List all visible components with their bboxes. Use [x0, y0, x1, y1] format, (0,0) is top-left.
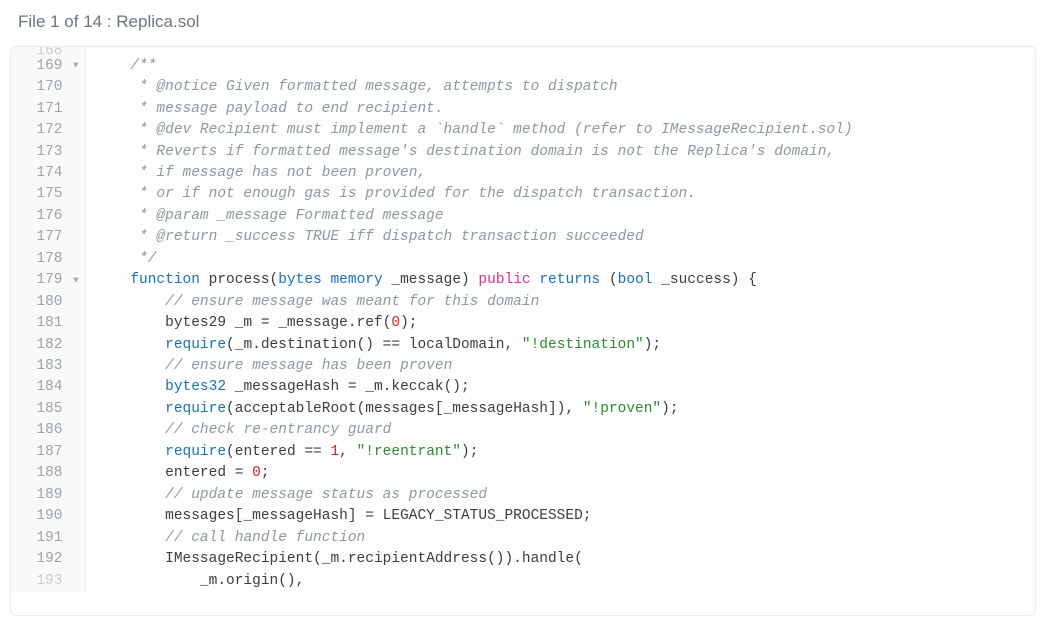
line-number: 169▼	[11, 56, 85, 77]
code-line: 179▼ function process(bytes memory _mess…	[11, 270, 1035, 291]
code-content[interactable]: messages[_messageHash] = LEGACY_STATUS_P…	[85, 506, 1035, 527]
code-line: 171 * message payload to end recipient.	[11, 99, 1035, 120]
code-content[interactable]: * message payload to end recipient.	[85, 99, 1035, 120]
fold-toggle-icon[interactable]: ▼	[73, 60, 78, 73]
line-number: 172	[11, 120, 85, 141]
code-line: 189 // update message status as processe…	[11, 485, 1035, 506]
line-number: 178	[11, 249, 85, 270]
line-number: 170	[11, 77, 85, 98]
code-line: 172 * @dev Recipient must implement a `h…	[11, 120, 1035, 141]
code-content[interactable]: // ensure message has been proven	[85, 356, 1035, 377]
line-number: 184	[11, 377, 85, 398]
code-line: 177 * @return _success TRUE iff dispatch…	[11, 227, 1035, 248]
code-content[interactable]: entered = 0;	[85, 463, 1035, 484]
code-content[interactable]: * @param _message Formatted message	[85, 206, 1035, 227]
code-viewer: 168169▼ /**170 * @notice Given formatted…	[10, 46, 1036, 616]
line-number: 176	[11, 206, 85, 227]
code-line: 182 require(_m.destination() == localDom…	[11, 335, 1035, 356]
code-line: 186 // check re-entrancy guard	[11, 420, 1035, 441]
code-content[interactable]: * @dev Recipient must implement a `handl…	[85, 120, 1035, 141]
code-content[interactable]	[85, 47, 1035, 56]
code-content[interactable]: */	[85, 249, 1035, 270]
code-content[interactable]: /**	[85, 56, 1035, 77]
line-number: 188	[11, 463, 85, 484]
code-content[interactable]: * or if not enough gas is provided for t…	[85, 184, 1035, 205]
code-content[interactable]: _m.origin(),	[85, 571, 1035, 592]
code-line: 180 // ensure message was meant for this…	[11, 292, 1035, 313]
code-line: 181 bytes29 _m = _message.ref(0);	[11, 313, 1035, 334]
code-content[interactable]: require(entered == 1, "!reentrant");	[85, 442, 1035, 463]
line-number: 191	[11, 528, 85, 549]
line-number: 189	[11, 485, 85, 506]
code-content[interactable]: // call handle function	[85, 528, 1035, 549]
code-line: 178 */	[11, 249, 1035, 270]
fold-toggle-icon[interactable]: ▼	[73, 274, 78, 287]
code-content[interactable]: * @return _success TRUE iff dispatch tra…	[85, 227, 1035, 248]
line-number: 185	[11, 399, 85, 420]
file-header: File 1 of 14 : Replica.sol	[0, 0, 1046, 46]
code-content[interactable]: * if message has not been proven,	[85, 163, 1035, 184]
code-content[interactable]: * Reverts if formatted message's destina…	[85, 142, 1035, 163]
line-number: 171	[11, 99, 85, 120]
code-line: 190 messages[_messageHash] = LEGACY_STAT…	[11, 506, 1035, 527]
code-content[interactable]: require(_m.destination() == localDomain,…	[85, 335, 1035, 356]
line-number: 177	[11, 227, 85, 248]
code-content[interactable]: * @notice Given formatted message, attem…	[85, 77, 1035, 98]
code-content[interactable]: function process(bytes memory _message) …	[85, 270, 1035, 291]
line-number: 186	[11, 420, 85, 441]
code-line: 188 entered = 0;	[11, 463, 1035, 484]
code-content[interactable]: // update message status as processed	[85, 485, 1035, 506]
code-line: 187 require(entered == 1, "!reentrant");	[11, 442, 1035, 463]
code-line: 191 // call handle function	[11, 528, 1035, 549]
line-number: 193	[11, 571, 85, 592]
line-number: 181	[11, 313, 85, 334]
code-table: 168169▼ /**170 * @notice Given formatted…	[11, 47, 1035, 592]
line-number: 173	[11, 142, 85, 163]
code-line: 183 // ensure message has been proven	[11, 356, 1035, 377]
line-number: 175	[11, 184, 85, 205]
code-scroll-region[interactable]: 168169▼ /**170 * @notice Given formatted…	[11, 47, 1035, 615]
line-number: 180	[11, 292, 85, 313]
code-line: 192 IMessageRecipient(_m.recipientAddres…	[11, 549, 1035, 570]
code-line: 175 * or if not enough gas is provided f…	[11, 184, 1035, 205]
code-content[interactable]: require(acceptableRoot(messages[_message…	[85, 399, 1035, 420]
code-line: 184 bytes32 _messageHash = _m.keccak();	[11, 377, 1035, 398]
line-number: 168	[11, 47, 85, 56]
line-number: 182	[11, 335, 85, 356]
code-line: 174 * if message has not been proven,	[11, 163, 1035, 184]
line-number: 179▼	[11, 270, 85, 291]
code-content[interactable]: bytes32 _messageHash = _m.keccak();	[85, 377, 1035, 398]
code-line: 185 require(acceptableRoot(messages[_mes…	[11, 399, 1035, 420]
code-content[interactable]: // ensure message was meant for this dom…	[85, 292, 1035, 313]
code-line: 193 _m.origin(),	[11, 571, 1035, 592]
code-line: 168	[11, 47, 1035, 56]
line-number: 190	[11, 506, 85, 527]
line-number: 174	[11, 163, 85, 184]
code-line: 176 * @param _message Formatted message	[11, 206, 1035, 227]
file-title: File 1 of 14 : Replica.sol	[18, 12, 199, 31]
line-number: 192	[11, 549, 85, 570]
code-content[interactable]: IMessageRecipient(_m.recipientAddress())…	[85, 549, 1035, 570]
code-content[interactable]: bytes29 _m = _message.ref(0);	[85, 313, 1035, 334]
line-number: 183	[11, 356, 85, 377]
code-line: 170 * @notice Given formatted message, a…	[11, 77, 1035, 98]
code-content[interactable]: // check re-entrancy guard	[85, 420, 1035, 441]
code-line: 169▼ /**	[11, 56, 1035, 77]
code-line: 173 * Reverts if formatted message's des…	[11, 142, 1035, 163]
line-number: 187	[11, 442, 85, 463]
